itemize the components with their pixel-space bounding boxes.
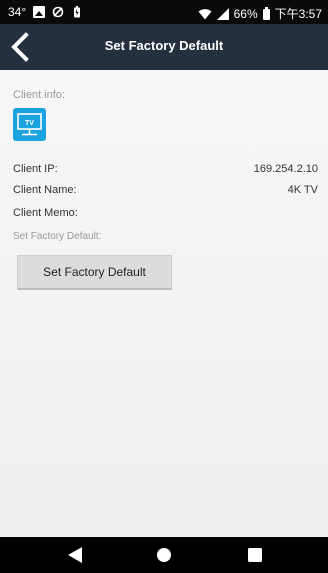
tv-icon-text: TV [25,120,34,127]
status-bar-right: 66% 下午3:57 [198,5,322,22]
client-name-value: 4K TV [287,184,318,196]
client-ip-row: Client IP: 169.254.2.10 [13,163,318,177]
nav-back-button[interactable] [46,537,106,573]
tv-icon: TV [13,108,46,141]
client-name-row: Client Name: 4K TV [13,184,318,198]
temperature-text: 34° [8,5,27,19]
battery-percent-text: 66% [233,6,258,21]
screen: 34° 66% 下午3:57 Set Factory Default Clien… [0,0,328,573]
battery-saver-icon [71,6,83,18]
clock-text: 下午3:57 [274,7,322,21]
image-icon [33,6,46,18]
status-bar: 34° 66% 下午3:57 [0,0,328,24]
client-info-label: Client info: [13,89,65,101]
battery-icon [262,7,270,20]
status-bar-left: 34° [8,5,83,19]
client-name-label: Client Name: [13,184,77,196]
main-content: Client info: TV Client IP: 169.254.2.10 … [0,70,328,537]
nav-recents-button[interactable] [225,537,285,573]
set-factory-default-button[interactable]: Set Factory Default [17,255,172,290]
client-ip-label: Client IP: [13,163,58,175]
wifi-icon [198,8,212,20]
set-factory-default-label: Set Factory Default: [13,231,102,242]
sync-icon [52,6,64,18]
system-nav-bar [0,537,328,573]
client-ip-value: 169.254.2.10 [253,163,318,175]
app-bar: Set Factory Default [0,24,328,70]
recents-square-icon [248,548,262,562]
nav-home-button[interactable] [134,537,194,573]
client-memo-label: Client Memo: [13,207,78,219]
back-triangle-icon [68,547,82,563]
home-circle-icon [157,548,171,562]
signal-icon [216,7,229,20]
page-title: Set Factory Default [104,38,224,53]
client-memo-row: Client Memo: [13,207,318,221]
